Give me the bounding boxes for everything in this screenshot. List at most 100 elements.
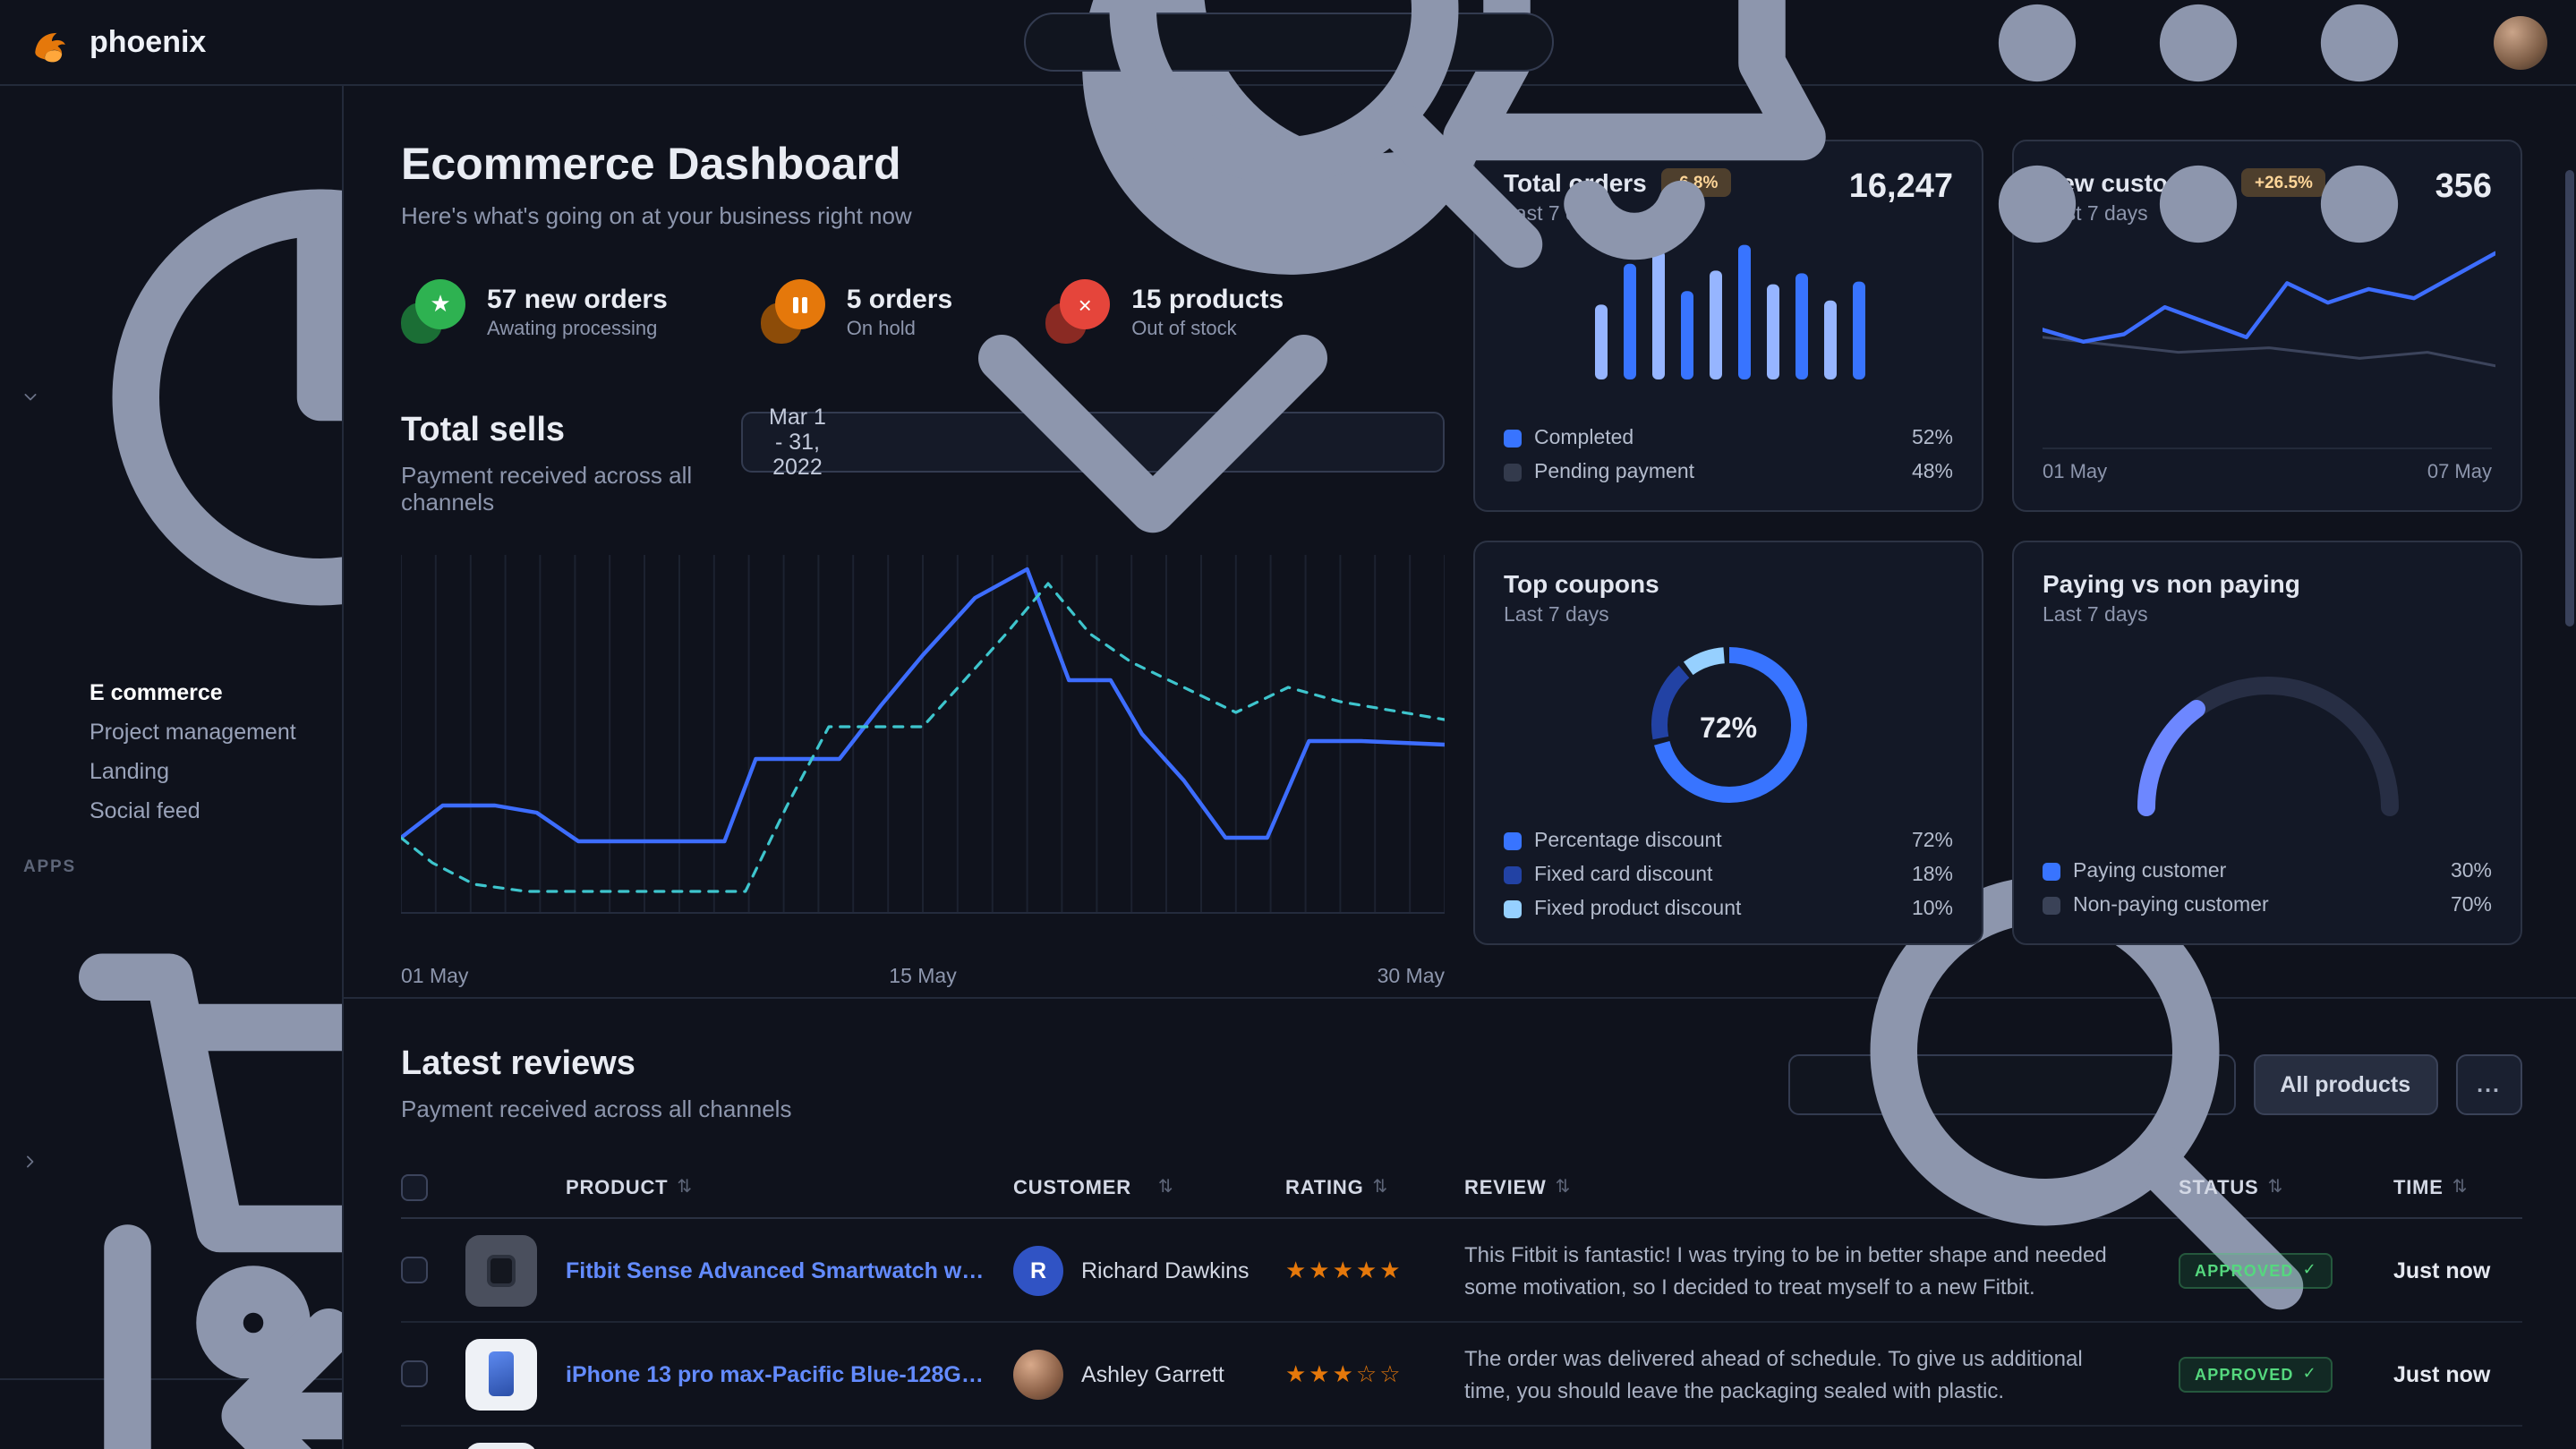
review-text: The order was delivered ahead of schedul…	[1464, 1342, 2132, 1406]
sort-icon: ⇅	[1556, 1178, 1572, 1198]
paying-legend: Paying customer 30% Non-paying customer70%	[2043, 848, 2492, 916]
customer-name: Ashley Garrett	[1081, 1361, 1224, 1386]
stat-awating-processing: ★ 57 new orders Awating processing	[401, 279, 668, 344]
column-header-status[interactable]: STATUS⇅	[2179, 1177, 2393, 1198]
date-range-select[interactable]: Mar 1 - 31, 2022	[741, 412, 1445, 473]
paying-card: Paying vs non paying Last 7 days Paying …	[2012, 541, 2522, 945]
rating-stars: ★★★☆☆	[1285, 1360, 1403, 1388]
legend-row: Paying customer 30%	[2043, 861, 2492, 882]
brand-area: phoenix	[29, 19, 344, 65]
row-checkbox[interactable]	[401, 1257, 428, 1283]
column-header-review[interactable]: REVIEW⇅	[1464, 1177, 2179, 1198]
rating-stars: ★★★★★	[1285, 1256, 1403, 1284]
legend-value: 48%	[1912, 462, 1953, 483]
grid-icon	[1930, 0, 2467, 311]
reviews-title: Latest reviews	[401, 1045, 791, 1085]
total-sells-subtitle: Payment received across all channels	[401, 462, 741, 516]
total-orders-legend: Completed 52% Pending payment 48%	[1504, 415, 1953, 483]
global-search[interactable]	[1023, 13, 1553, 72]
donut-center-value: 72%	[1644, 641, 1813, 818]
legend-label: Paying customer	[2073, 861, 2226, 882]
check-icon: ✓	[2303, 1364, 2317, 1384]
date-range-value: Mar 1 - 31, 2022	[764, 405, 831, 480]
stat-value: 57 new orders	[487, 284, 668, 314]
legend-row: Pending payment 48%	[1504, 462, 1953, 483]
legend-label: Non-paying customer	[2073, 895, 2269, 916]
legend-value: 52%	[1912, 428, 1953, 449]
paying-gauge-chart	[2043, 641, 2492, 816]
new-customers-x-axis: 01 May 07 May	[2043, 447, 2492, 483]
scrollbar-thumb[interactable]	[2565, 170, 2574, 626]
axis-label: 01 May	[401, 967, 468, 988]
brand-name: phoenix	[90, 24, 206, 60]
more-options-button[interactable]: ...	[2455, 1053, 2522, 1114]
sidebar-item-social-feed[interactable]: Social feed	[0, 791, 342, 831]
review-time: Just now	[2393, 1257, 2490, 1283]
all-products-button[interactable]: All products	[2253, 1053, 2437, 1114]
reviews-subtitle: Payment received across all channels	[401, 1095, 791, 1122]
product-image	[465, 1338, 537, 1410]
legend-value: 10%	[1912, 899, 1953, 920]
sidebar: Home E commerceProject managementLanding…	[0, 86, 344, 1449]
app-root: phoenix Home E commerceProject managemen…	[0, 0, 2576, 1449]
axis-label: 07 May	[2427, 462, 2492, 483]
avatar	[1013, 1349, 1063, 1399]
legend-label: Pending payment	[1534, 462, 1694, 483]
sort-icon: ⇅	[1158, 1178, 1174, 1198]
sidebar-item-home[interactable]: Home	[0, 122, 342, 673]
latest-reviews-section: Latest reviews Payment received across a…	[344, 999, 2576, 1449]
sort-icon: ⇅	[677, 1178, 693, 1198]
legend-swatch	[2043, 897, 2060, 915]
column-header-customer[interactable]: CUSTOMER⇅	[1013, 1177, 1285, 1198]
legend-swatch	[2043, 863, 2060, 881]
legend-value: 30%	[2451, 861, 2492, 882]
total-sells-x-axis: 01 May15 May30 May	[401, 967, 1445, 988]
legend-row: Non-paying customer70%	[2043, 895, 2492, 916]
search-icon	[1048, 0, 1585, 311]
user-avatar[interactable]	[2494, 15, 2547, 69]
column-header-time[interactable]: TIME⇅	[2393, 1177, 2522, 1198]
sort-icon: ⇅	[1373, 1178, 1389, 1198]
table-row	[401, 1427, 2522, 1449]
legend-value: 72%	[1912, 831, 1953, 852]
legend-swatch	[1504, 900, 1522, 918]
sidebar-item-landing[interactable]: Landing	[0, 752, 342, 791]
phoenix-logo[interactable]	[29, 19, 75, 65]
row-checkbox[interactable]	[401, 1360, 428, 1387]
legend-swatch	[1504, 430, 1522, 447]
legend-row: Fixed product discount 10%	[1504, 899, 1953, 920]
sort-icon: ⇅	[2452, 1178, 2469, 1198]
reviews-search[interactable]	[1787, 1053, 2235, 1114]
avatar: R	[1013, 1245, 1063, 1295]
legend-label: Completed	[1534, 428, 1633, 449]
global-search-input[interactable]	[1601, 28, 1608, 56]
stat-caption: Awating processing	[487, 318, 668, 339]
star-icon: ★	[401, 279, 465, 344]
collapse-icon	[27, 1146, 344, 1449]
sidebar-item-project-management[interactable]: Project management	[0, 712, 342, 752]
product-link[interactable]: iPhone 13 pro max-Pacific Blue-128GB sto…	[566, 1361, 986, 1386]
product-image	[465, 1234, 537, 1306]
collapsed-view-toggle[interactable]: Collapsed View	[0, 1378, 342, 1449]
column-header-product[interactable]: PRODUCT⇅	[566, 1177, 1013, 1198]
legend-label: Percentage discount	[1534, 831, 1722, 852]
card-period: Last 7 days	[1504, 605, 1953, 626]
pause-icon	[761, 279, 825, 344]
legend-row: Fixed card discount18%	[1504, 865, 1953, 886]
status-badge: APPROVED✓	[2179, 1356, 2333, 1392]
top-coupons-legend: Percentage discount 72% Fixed card discoun…	[1504, 818, 1953, 920]
card-title: Top coupons	[1504, 569, 1953, 598]
apps-grid-button[interactable]	[1930, 0, 2467, 311]
product-link[interactable]: Fitbit Sense Advanced Smartwatch with To…	[566, 1257, 986, 1283]
legend-row: Completed 52%	[1504, 428, 1953, 449]
sidebar-section-label: APPS	[0, 857, 342, 877]
axis-label: 01 May	[2043, 462, 2107, 483]
legend-swatch	[1504, 464, 1522, 482]
sidebar-item-e-commerce[interactable]: E commerce	[0, 673, 342, 712]
axis-label: 30 May	[1378, 967, 1445, 988]
select-all-checkbox[interactable]	[401, 1174, 428, 1201]
legend-label: Fixed product discount	[1534, 899, 1741, 920]
column-header-rating[interactable]: RATING⇅	[1285, 1177, 1464, 1198]
review-time: Just now	[2393, 1361, 2490, 1386]
legend-value: 18%	[1912, 865, 1953, 886]
